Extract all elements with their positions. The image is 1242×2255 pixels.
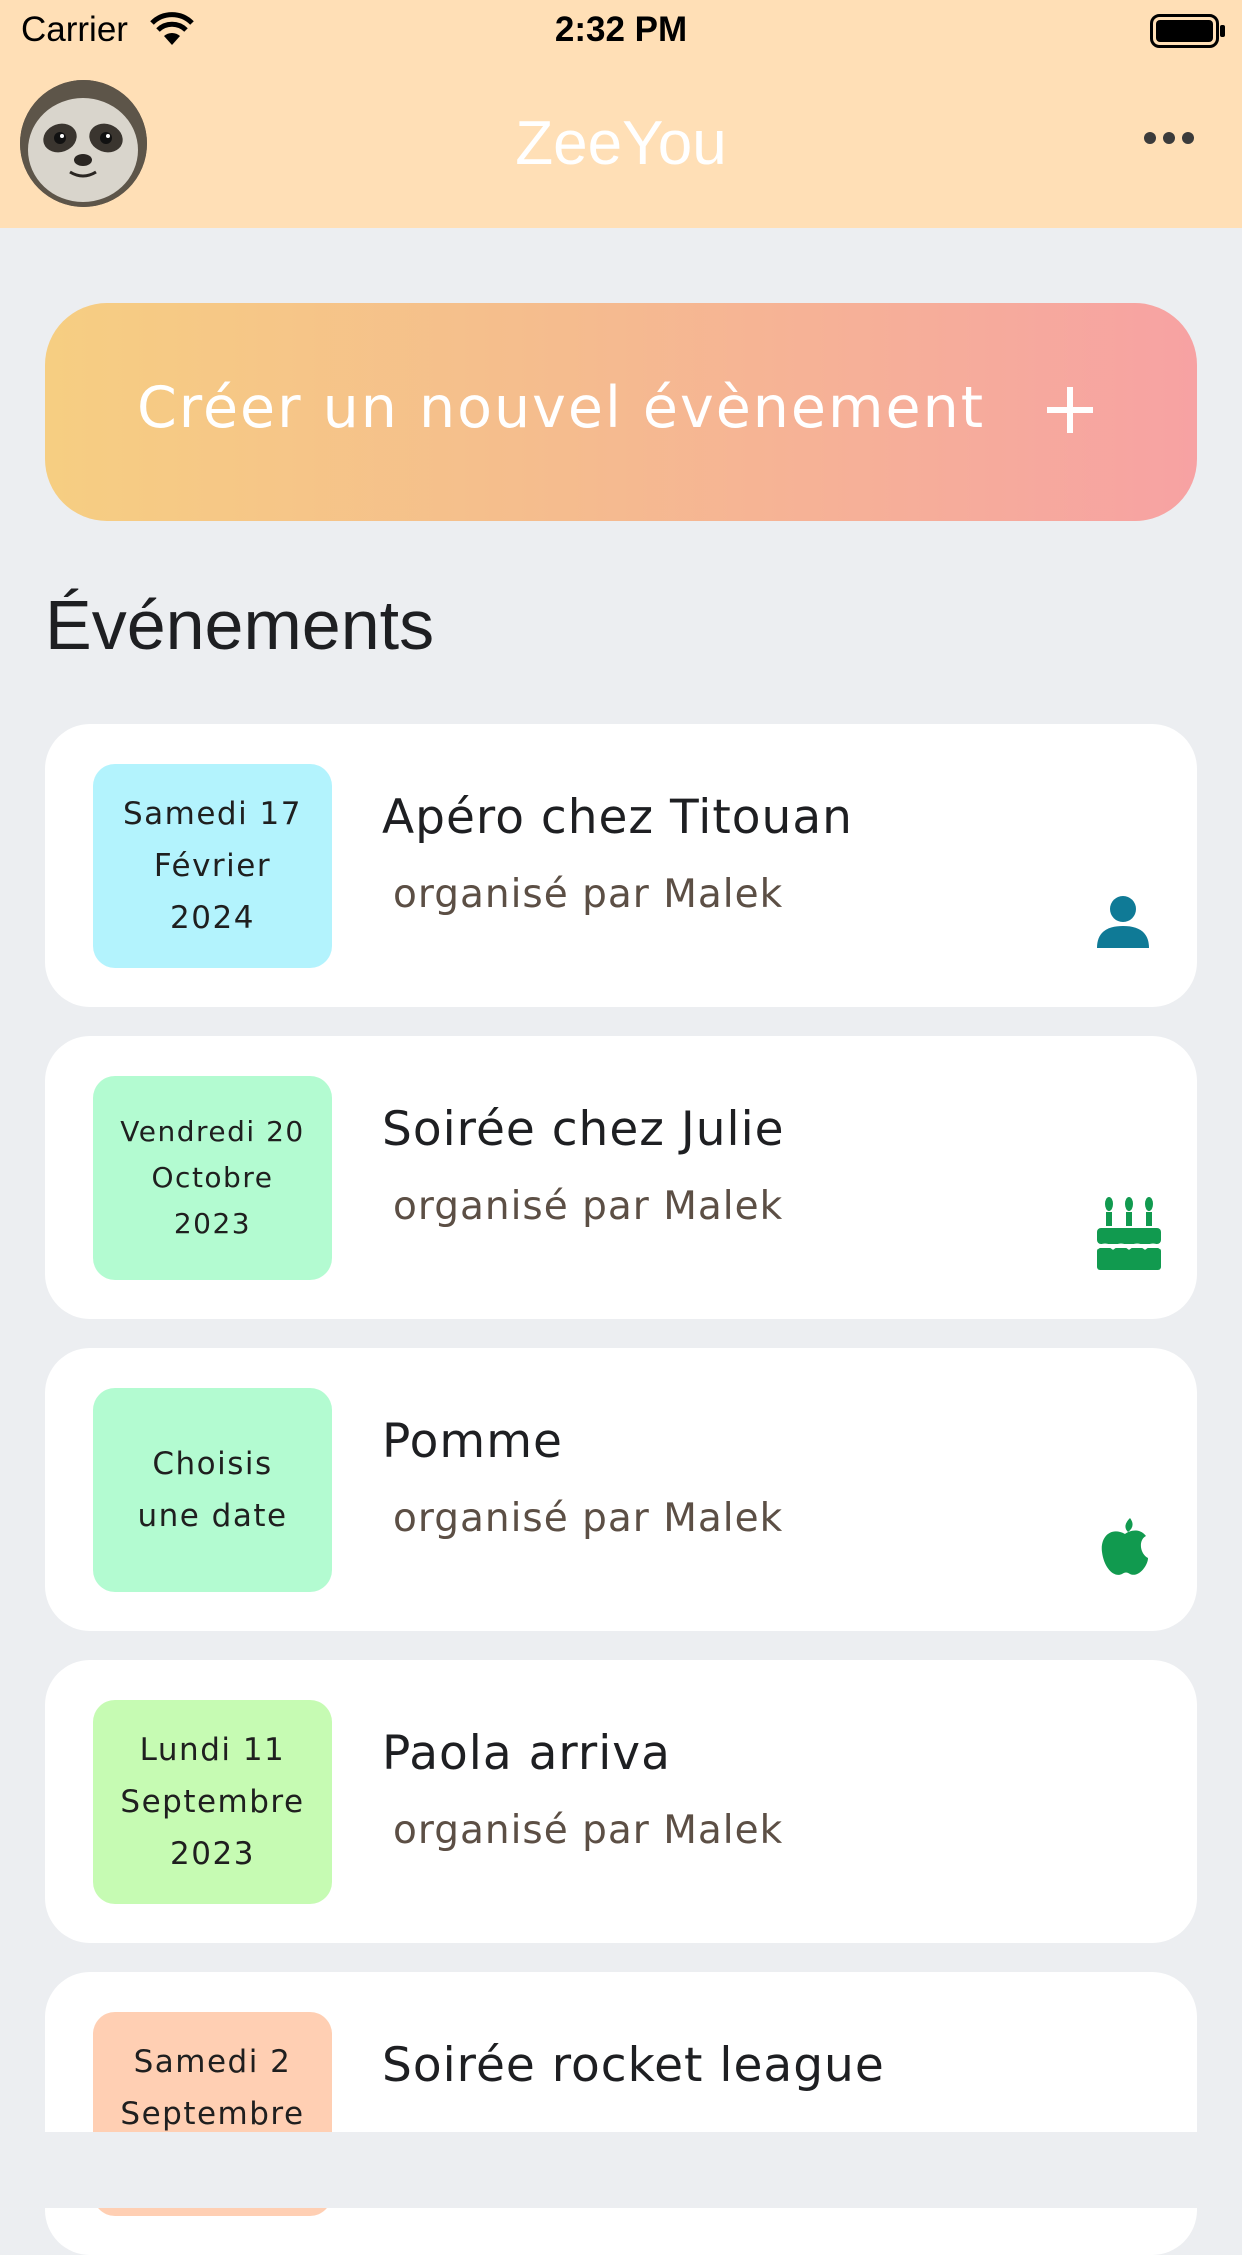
event-card[interactable]: Samedi 2 Septembre Soirée rocket league xyxy=(45,1972,1197,2255)
event-date-badge: Choisis une date xyxy=(93,1388,332,1592)
app-header: Carrier 2:32 PM ZeeYou xyxy=(0,0,1242,228)
person-icon xyxy=(1097,896,1149,948)
apple-icon xyxy=(1101,1518,1148,1575)
event-title: Soirée chez Julie xyxy=(382,1102,785,1157)
event-date: Choisis une date xyxy=(137,1446,288,1534)
event-date-badge: Samedi 17 Février 2024 xyxy=(93,764,332,968)
status-bar: Carrier 2:32 PM xyxy=(0,0,1242,62)
event-title: Soirée rocket league xyxy=(382,2038,885,2093)
event-organizer: organisé par Malek xyxy=(393,1496,784,1541)
create-event-button[interactable]: Créer un nouvel évènement xyxy=(45,303,1197,521)
clock: 2:32 PM xyxy=(554,10,688,49)
event-card[interactable]: Vendredi 20 Octobre 2023 Soirée chez Jul… xyxy=(45,1036,1197,1319)
more-options-icon[interactable] xyxy=(1142,130,1196,146)
event-card[interactable]: Choisis une date Pomme organisé par Male… xyxy=(45,1348,1197,1631)
event-organizer: organisé par Malek xyxy=(393,872,784,917)
battery-icon xyxy=(1150,14,1225,48)
event-date: Samedi 17 Février 2024 xyxy=(122,796,303,936)
create-event-label: Créer un nouvel évènement xyxy=(137,375,986,441)
event-card[interactable]: Samedi 17 Février 2024 Apéro chez Titoua… xyxy=(45,724,1197,1007)
event-date: Vendredi 20 Octobre 2023 xyxy=(120,1115,305,1240)
event-organizer: organisé par Malek xyxy=(393,1184,784,1229)
event-title: Paola arriva xyxy=(382,1726,671,1781)
event-date-badge: Lundi 11 Septembre 2023 xyxy=(93,1700,332,1904)
event-title: Apéro chez Titouan xyxy=(382,790,853,845)
birthday-cake-icon xyxy=(1096,1197,1162,1270)
event-card[interactable]: Lundi 11 Septembre 2023 Paola arriva org… xyxy=(45,1660,1197,1943)
app-title: ZeeYou xyxy=(515,109,727,178)
events-section-title: Événements xyxy=(45,586,435,664)
event-date-badge: Vendredi 20 Octobre 2023 xyxy=(93,1076,332,1280)
event-organizer: organisé par Malek xyxy=(393,1808,784,1853)
plus-icon xyxy=(1047,387,1093,433)
scroll-clip-area xyxy=(0,2132,1242,2208)
event-date: Lundi 11 Septembre 2023 xyxy=(120,1732,305,1872)
event-date: Samedi 2 Septembre xyxy=(120,2044,305,2132)
event-title: Pomme xyxy=(382,1414,563,1469)
